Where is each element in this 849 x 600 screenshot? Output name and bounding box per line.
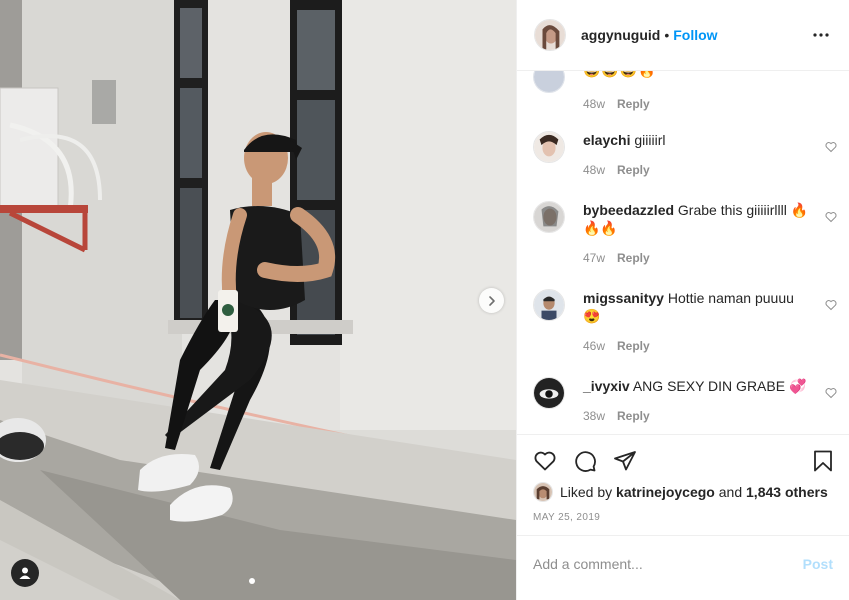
post-comment-button[interactable]: Post	[803, 556, 833, 572]
action-bar	[533, 448, 835, 474]
comment-time[interactable]: 38w	[583, 407, 605, 425]
comment-username[interactable]: bybeedazzled	[583, 202, 674, 218]
user-icon	[19, 567, 31, 579]
post-side-panel: aggynuguid • Follow 😅�	[516, 0, 849, 600]
comments-list[interactable]: 😅😅😅🔥 48w Reply	[517, 71, 849, 433]
comment-time[interactable]: 47w	[583, 249, 605, 267]
reply-button[interactable]: Reply	[617, 337, 650, 355]
comment-username[interactable]: elaychi	[583, 132, 630, 148]
commenter-avatar[interactable]	[533, 131, 565, 164]
comment-item: migssanityy Hottie naman puuuu 😍 46w Rep…	[533, 289, 849, 355]
reply-button[interactable]: Reply	[617, 161, 650, 179]
author-username[interactable]: aggynuguid	[581, 27, 660, 43]
comment-item: _ivyxiv ANG SEXY DIN GRABE 💞 38w Reply	[533, 377, 849, 425]
commenter-avatar[interactable]	[533, 201, 565, 234]
bookmark-icon[interactable]	[811, 449, 835, 473]
comment-icon[interactable]	[573, 449, 597, 473]
comment-username[interactable]: migssanityy	[583, 290, 664, 306]
commenter-avatar[interactable]	[533, 289, 565, 322]
heart-icon[interactable]	[533, 449, 557, 473]
reply-button[interactable]: Reply	[617, 95, 650, 113]
liked-by-joiner: and	[718, 483, 743, 500]
comment-input[interactable]	[533, 555, 803, 572]
next-photo-button[interactable]	[479, 288, 504, 313]
chevron-right-icon	[488, 295, 495, 306]
comment-text: ANG SEXY DIN GRABE 💞	[632, 378, 807, 395]
liker-username[interactable]: katrinejoycego	[616, 484, 715, 500]
likes-summary: Liked by katrinejoycego and 1,843 others	[533, 481, 828, 502]
comment-time[interactable]: 48w	[583, 161, 605, 179]
author-avatar[interactable]	[534, 19, 566, 52]
comment-username[interactable]: _ivyxiv	[583, 378, 630, 394]
like-comment-heart-icon[interactable]	[825, 141, 837, 153]
post-header: aggynuguid • Follow	[517, 0, 849, 72]
reply-button[interactable]: Reply	[617, 407, 650, 425]
liked-by-prefix: Liked by	[560, 483, 613, 500]
add-comment-bar: Post	[517, 534, 849, 592]
photo-scene	[0, 0, 516, 600]
commenter-avatar[interactable]	[533, 71, 565, 94]
post-photo[interactable]	[0, 0, 516, 600]
like-comment-heart-icon[interactable]	[825, 387, 837, 399]
comment-text: 😅😅😅🔥	[583, 71, 657, 78]
more-options-button[interactable]	[809, 23, 833, 47]
comment-time[interactable]: 48w	[583, 95, 605, 113]
header-separator: •	[664, 27, 670, 44]
carousel-indicator	[249, 578, 255, 584]
reply-button[interactable]: Reply	[617, 249, 650, 267]
likes-count[interactable]: 1,843 others	[746, 484, 828, 500]
more-horizontal-icon	[813, 33, 829, 37]
comment-text: giiiiirl	[634, 132, 666, 149]
liker-avatar[interactable]	[533, 481, 553, 502]
post-actions: Liked by katrinejoycego and 1,843 others…	[517, 433, 849, 600]
post-date[interactable]: MAY 25, 2019	[533, 512, 600, 523]
like-comment-heart-icon[interactable]	[825, 299, 837, 311]
commenter-avatar[interactable]	[533, 377, 565, 410]
follow-button[interactable]: Follow	[673, 27, 717, 43]
tagged-users-button[interactable]	[11, 559, 39, 587]
comment-time[interactable]: 46w	[583, 337, 605, 355]
instagram-post: aggynuguid • Follow 😅�	[0, 0, 849, 600]
carousel-dot-active	[249, 578, 255, 584]
paper-plane-icon[interactable]	[613, 449, 637, 473]
like-comment-heart-icon[interactable]	[825, 211, 837, 223]
comment-item: 😅😅😅🔥 48w Reply	[533, 71, 849, 113]
comment-item: elaychi giiiiirl 48w Reply	[533, 131, 849, 179]
comment-item: bybeedazzled Grabe this giiiiirllll 🔥🔥🔥 …	[533, 201, 849, 267]
